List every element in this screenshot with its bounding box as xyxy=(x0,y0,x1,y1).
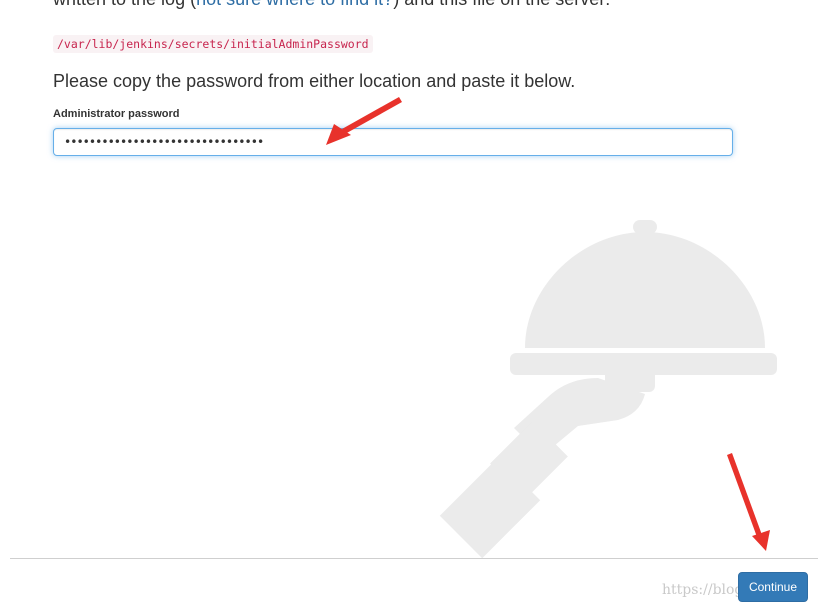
continue-button[interactable]: Continue xyxy=(738,572,808,602)
instruction-text: Please copy the password from either loc… xyxy=(53,71,576,91)
password-label: Administrator password xyxy=(53,108,180,120)
administrator-password-input[interactable] xyxy=(53,128,733,156)
footer-divider xyxy=(10,558,818,559)
intro-text-start: written to the log ( xyxy=(53,0,196,9)
intro-text: written to the log (not sure where to fi… xyxy=(53,0,610,10)
serving-dish-icon xyxy=(439,220,777,559)
intro-text-end: ) and this file on the server: xyxy=(393,0,610,9)
log-location-link[interactable]: not sure where to find it? xyxy=(196,0,393,9)
secret-file-path: /var/lib/jenkins/secrets/initialAdminPas… xyxy=(53,35,373,53)
